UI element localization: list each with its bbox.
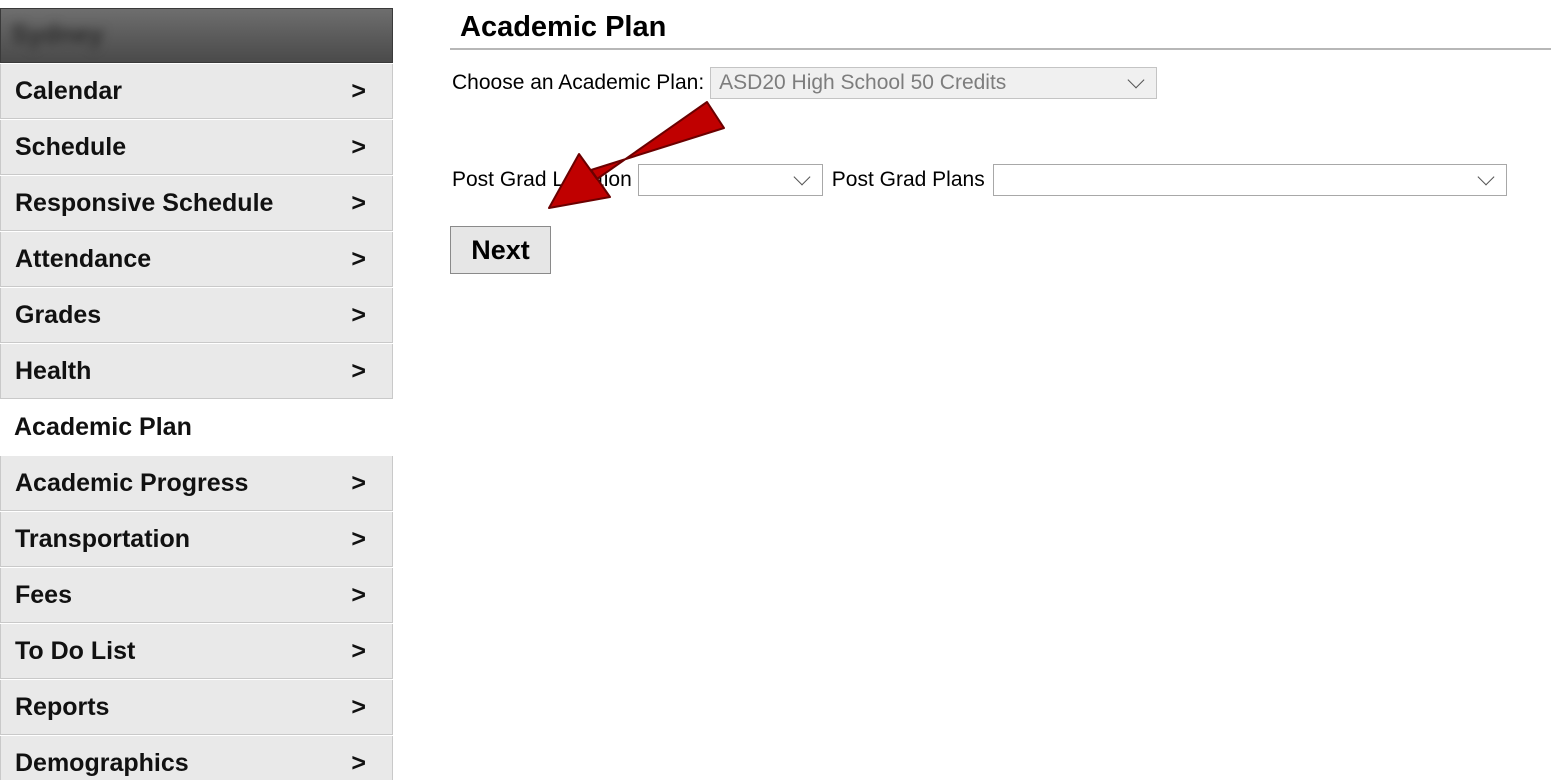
- chevron-down-icon: [1477, 168, 1495, 185]
- sidebar-item-label: Attendance: [15, 244, 152, 273]
- sidebar-item-attendance[interactable]: Attendance >: [0, 232, 393, 287]
- sidebar-item-responsive-schedule[interactable]: Responsive Schedule >: [0, 176, 393, 231]
- chevron-right-icon: >: [351, 748, 366, 777]
- sidebar-item-transportation[interactable]: Transportation >: [0, 512, 393, 567]
- post-grad-plans-select[interactable]: [992, 164, 1507, 196]
- sidebar-nav: Sydney Calendar > Schedule > Responsive …: [0, 8, 393, 780]
- sidebar-item-label: Transportation: [15, 524, 191, 553]
- chevron-right-icon: >: [351, 636, 366, 665]
- sidebar-item-demographics[interactable]: Demographics >: [0, 736, 393, 780]
- sidebar-item-label: Schedule: [15, 132, 127, 161]
- chevron-right-icon: >: [351, 524, 366, 553]
- sidebar-item-health[interactable]: Health >: [0, 344, 393, 399]
- sidebar-item-label: Health: [15, 356, 92, 385]
- sidebar-item-schedule[interactable]: Schedule >: [0, 120, 393, 175]
- sidebar-item-reports[interactable]: Reports >: [0, 680, 393, 735]
- sidebar-item-label: Academic Plan: [14, 413, 192, 441]
- post-grad-location-label: Post Grad Location: [452, 168, 632, 191]
- sidebar-item-academic-plan[interactable]: Academic Plan: [0, 400, 393, 455]
- academic-plan-select[interactable]: ASD20 High School 50 Credits: [710, 67, 1158, 99]
- post-grad-row: Post Grad Location Post Grad Plans: [452, 164, 1507, 196]
- sidebar-item-label: Grades: [15, 300, 102, 329]
- academic-plan-value: ASD20 High School 50 Credits: [719, 71, 1007, 94]
- chevron-right-icon: >: [351, 188, 366, 217]
- chevron-right-icon: >: [351, 244, 366, 273]
- main-content: Academic Plan Choose an Academic Plan: A…: [450, 0, 1551, 780]
- chevron-right-icon: >: [351, 468, 366, 497]
- page-title: Academic Plan: [460, 11, 667, 43]
- academic-plan-row: Choose an Academic Plan: ASD20 High Scho…: [452, 67, 1158, 99]
- chevron-right-icon: >: [351, 356, 366, 385]
- sidebar-item-label: Reports: [15, 692, 110, 721]
- sidebar-item-grades[interactable]: Grades >: [0, 288, 393, 343]
- sidebar-item-calendar[interactable]: Calendar >: [0, 64, 393, 119]
- chevron-right-icon: >: [351, 76, 366, 105]
- post-grad-plans-label: Post Grad Plans: [831, 168, 985, 191]
- sidebar-item-fees[interactable]: Fees >: [0, 568, 393, 623]
- sidebar-item-label: Fees: [15, 580, 72, 609]
- chevron-right-icon: >: [351, 132, 366, 161]
- sidebar-item-label: Calendar: [15, 76, 122, 105]
- sidebar-item-label: Academic Progress: [15, 468, 249, 497]
- academic-plan-label: Choose an Academic Plan:: [452, 71, 705, 94]
- sidebar-item-label: Demographics: [15, 748, 189, 777]
- sidebar-item-label: Responsive Schedule: [15, 188, 274, 217]
- student-name: Sydney: [11, 19, 104, 49]
- sidebar-item-academic-progress[interactable]: Academic Progress >: [0, 456, 393, 511]
- chevron-right-icon: >: [351, 692, 366, 721]
- chevron-right-icon: >: [351, 580, 366, 609]
- post-grad-location-select[interactable]: [637, 164, 823, 196]
- chevron-down-icon: [1127, 71, 1145, 88]
- chevron-down-icon: [793, 168, 811, 185]
- chevron-right-icon: >: [351, 300, 366, 329]
- sidebar-item-to-do-list[interactable]: To Do List >: [0, 624, 393, 679]
- sidebar-item-label: To Do List: [15, 636, 136, 665]
- student-header: Sydney: [0, 8, 393, 63]
- next-button[interactable]: Next: [450, 226, 551, 274]
- title-divider: [450, 48, 1551, 50]
